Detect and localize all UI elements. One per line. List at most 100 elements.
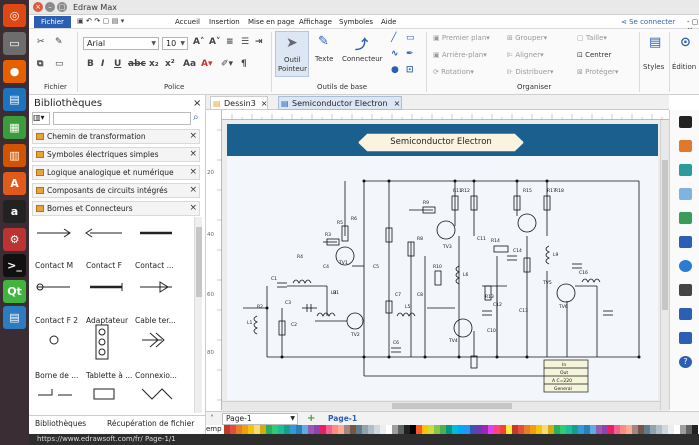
color-swatch[interactable] [398, 425, 404, 434]
grow-font-icon[interactable]: A˄ [193, 37, 204, 47]
vertical-scrollbar[interactable] [660, 120, 669, 410]
color-swatch[interactable] [434, 425, 440, 434]
library-category[interactable]: Chemin de transformation × [32, 129, 200, 144]
color-swatch[interactable] [668, 425, 674, 434]
color-swatch[interactable] [344, 425, 350, 434]
bring-front-button[interactable]: ▣ Premier plan▾ [433, 34, 490, 42]
color-swatch[interactable] [272, 425, 278, 434]
color-swatch[interactable] [506, 425, 512, 434]
line-style-icon[interactable] [679, 140, 692, 152]
color-swatch[interactable] [356, 425, 362, 434]
circuit-diagram[interactable]: R3R5R6TV1R1C1C3L1 C2TV2C4L3C5R8R9R10R11 R1… [227, 156, 658, 400]
maximize-window-icon[interactable]: □ [57, 2, 67, 12]
color-swatch[interactable] [308, 425, 314, 434]
color-swatch[interactable] [410, 425, 416, 434]
tab-dessin3[interactable]: ▤ Dessin3 × [210, 96, 268, 110]
color-swatch[interactable] [470, 425, 476, 434]
styles-button[interactable]: ▤ Styles [643, 31, 667, 81]
copy-icon[interactable]: ⧉ [37, 59, 43, 69]
amazon-icon[interactable]: a [3, 200, 26, 223]
color-swatch[interactable] [386, 425, 392, 434]
files-icon[interactable]: ▭ [3, 32, 26, 55]
settings-icon[interactable]: ⚙ [3, 228, 26, 251]
menu-page-layout[interactable]: Mise en page [248, 18, 295, 26]
library-scrollbar[interactable] [194, 217, 202, 413]
color-swatch[interactable] [596, 425, 602, 434]
tab-semiconductor-electron[interactable]: ▤ Semiconductor Electron × [278, 96, 402, 110]
color-swatch[interactable] [494, 425, 500, 434]
format-painter-icon[interactable]: ✎ [55, 37, 63, 47]
add-page-icon[interactable]: + [307, 413, 315, 424]
color-swatch[interactable] [254, 425, 260, 434]
center-button[interactable]: ⊡ Centrer [577, 51, 611, 59]
italic-icon[interactable]: I [101, 59, 104, 69]
close-icon[interactable]: × [193, 98, 201, 109]
software-center-icon[interactable]: A [3, 172, 26, 195]
color-swatch[interactable] [428, 425, 434, 434]
font-name-select[interactable]: Arial ▼ [83, 37, 159, 50]
library-category[interactable]: Logique analogique et numérique × [32, 165, 200, 180]
globe-icon[interactable] [679, 260, 692, 272]
highlight-icon[interactable]: ✐▾ [221, 59, 233, 69]
line-tool-icon[interactable]: ╱ [391, 33, 396, 43]
library-category[interactable]: Symboles électriques simples × [32, 147, 200, 162]
color-swatch[interactable] [242, 425, 248, 434]
color-swatch[interactable] [518, 425, 524, 434]
color-swatch[interactable] [296, 425, 302, 434]
menu-symbols[interactable]: Symboles [339, 18, 373, 26]
tab-file-recovery[interactable]: Récupération de fichier [107, 419, 194, 428]
color-swatch[interactable] [452, 425, 458, 434]
color-swatch[interactable] [644, 425, 650, 434]
color-swatch[interactable] [446, 425, 452, 434]
paragraph-icon[interactable]: ¶ [241, 59, 247, 69]
tab-libraries[interactable]: Bibliothèques [35, 419, 86, 428]
color-swatch[interactable] [632, 425, 638, 434]
drawing-page[interactable]: Semiconductor Electron R3 R5 R6 TV1 R1 C… [227, 124, 658, 400]
color-swatch[interactable] [572, 425, 578, 434]
color-swatch[interactable] [392, 425, 398, 434]
underline-icon[interactable]: U [114, 59, 121, 69]
quick-access-icons[interactable]: ▣ ↶ ↷ ▢ ▤ ▾ [77, 17, 124, 25]
color-swatch[interactable] [650, 425, 656, 434]
ubuntu-logo-icon[interactable]: ◎ [3, 4, 26, 27]
sign-in-link[interactable]: ⋖ Se connecter [621, 18, 675, 26]
font-size-select[interactable]: 10 ▼ [162, 37, 188, 50]
color-swatch[interactable] [536, 425, 542, 434]
case-icon[interactable]: Aa [183, 59, 196, 69]
color-swatch[interactable] [230, 425, 236, 434]
color-swatch[interactable] [488, 425, 494, 434]
library-search-input[interactable] [53, 112, 191, 125]
color-swatch[interactable] [422, 425, 428, 434]
scroll-thumb[interactable] [392, 403, 512, 409]
shrink-font-icon[interactable]: A˅ [209, 37, 220, 47]
close-icon[interactable]: × [394, 99, 401, 108]
edit-button[interactable]: ⊙ Édition [672, 31, 699, 81]
color-swatch[interactable] [656, 425, 662, 434]
impress-icon[interactable]: ▥ [3, 144, 26, 167]
library-menu-button[interactable]: ▥▾ [32, 112, 50, 125]
close-icon[interactable]: × [189, 202, 197, 215]
color-swatch[interactable] [416, 425, 422, 434]
color-swatch[interactable] [602, 425, 608, 434]
close-icon[interactable]: × [189, 148, 197, 161]
color-swatch[interactable] [380, 425, 386, 434]
qt-icon[interactable]: Qt [3, 280, 26, 303]
layers-icon[interactable] [679, 212, 692, 224]
send-back-button[interactable]: ▣ Arrière-plan▾ [433, 51, 487, 59]
page-icon[interactable] [679, 236, 692, 248]
horizontal-scrollbar[interactable] [222, 401, 660, 410]
color-swatch[interactable] [476, 425, 482, 434]
help-icon[interactable]: ? [679, 356, 692, 368]
align-button[interactable]: ⊫ Aligner▾ [507, 51, 544, 59]
color-swatch[interactable] [530, 425, 536, 434]
color-swatch[interactable] [248, 425, 254, 434]
font-color-icon[interactable]: A▾ [201, 59, 212, 69]
menu-view[interactable]: Affichage [299, 18, 332, 26]
image-icon[interactable] [679, 188, 692, 200]
chevron-up-icon[interactable]: ˄ [210, 414, 214, 423]
color-swatch[interactable] [362, 425, 368, 434]
subscript-icon[interactable]: x₂ [149, 59, 159, 69]
color-swatch[interactable] [338, 425, 344, 434]
data-icon[interactable] [679, 284, 692, 296]
color-swatch[interactable] [458, 425, 464, 434]
